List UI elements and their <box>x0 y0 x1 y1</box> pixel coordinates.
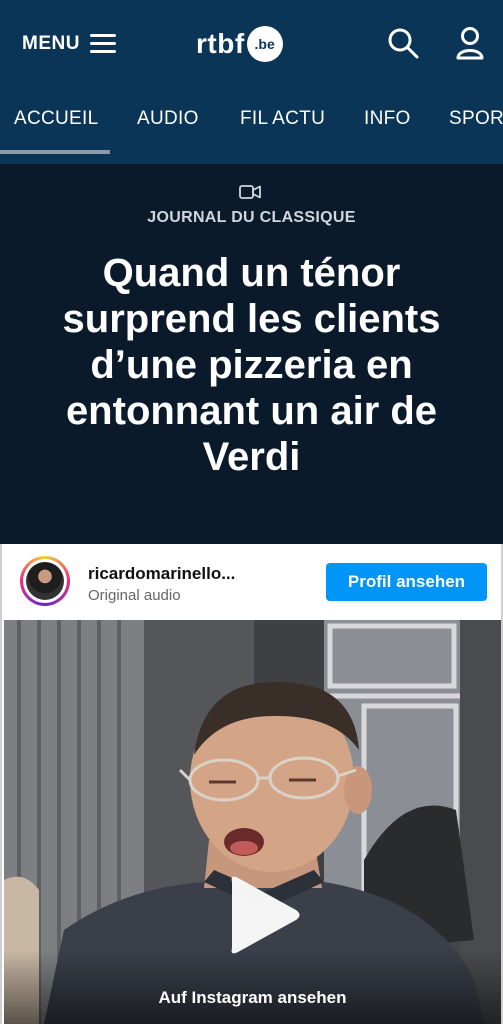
active-tab-indicator <box>0 150 110 154</box>
article-headline: Quand un ténor surprend les clients d’un… <box>62 251 441 479</box>
watch-on-instagram-link[interactable]: Auf Instagram ansehen <box>4 988 501 1008</box>
rtbf-logo[interactable]: rtbf .be <box>196 26 283 62</box>
video-thumbnail <box>4 620 501 1024</box>
embed-header: ricardomarinello... Original audio Profi… <box>2 544 501 620</box>
tab-fil-actu[interactable]: FIL ACTU <box>240 108 325 130</box>
logo-badge: .be <box>246 26 283 62</box>
watch-link-label: Auf Instagram ansehen <box>158 988 347 1007</box>
username[interactable]: ricardomarinello... <box>88 564 235 584</box>
logo-text: rtbf <box>196 28 245 59</box>
tab-audio[interactable]: AUDIO <box>137 108 199 130</box>
tab-sport[interactable]: SPOR <box>449 108 503 130</box>
video-player[interactable]: Auf Instagram ansehen <box>4 620 501 1024</box>
user-icon[interactable] <box>455 26 485 60</box>
article-category[interactable]: JOURNAL DU CLASSIQUE <box>0 209 503 227</box>
tab-info[interactable]: INFO <box>364 108 411 130</box>
avatar[interactable] <box>20 556 70 606</box>
article-header: JOURNAL DU CLASSIQUE Quand un ténor surp… <box>0 164 503 544</box>
search-icon[interactable] <box>387 27 419 59</box>
section-nav: ACCUEIL AUDIO FIL ACTU INFO SPOR <box>0 88 503 164</box>
instagram-embed: ricardomarinello... Original audio Profi… <box>0 544 503 1024</box>
menu-button[interactable]: MENU <box>22 30 116 58</box>
video-camera-icon <box>239 185 261 199</box>
play-icon[interactable] <box>210 868 304 962</box>
menu-label: MENU <box>22 33 80 54</box>
view-profile-button[interactable]: Profil ansehen <box>326 563 487 601</box>
top-bar: MENU rtbf .be <box>0 0 503 88</box>
tab-accueil[interactable]: ACCUEIL <box>14 108 98 130</box>
hamburger-icon <box>89 34 116 54</box>
audio-label[interactable]: Original audio <box>88 587 181 604</box>
avatar-photo <box>26 562 64 600</box>
